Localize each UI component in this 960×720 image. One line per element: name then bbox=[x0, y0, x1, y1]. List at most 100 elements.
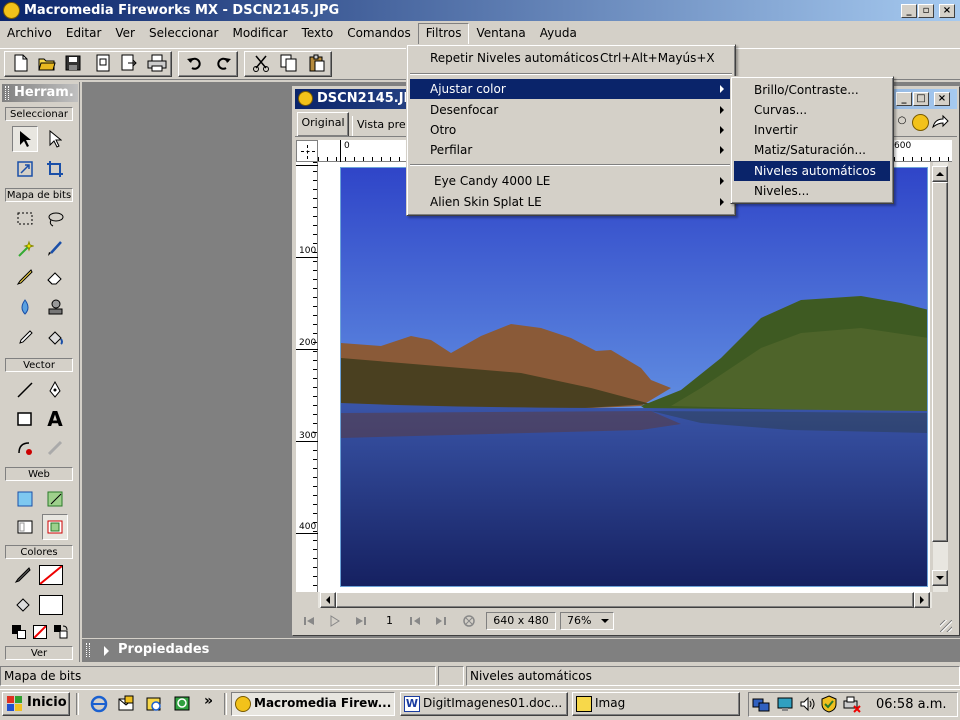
jump-to-icon[interactable] bbox=[930, 112, 950, 132]
menu-item-otro[interactable]: Otro bbox=[410, 120, 732, 140]
submenu-invertir[interactable]: Invertir bbox=[734, 120, 890, 140]
menu-item-alien-skin[interactable]: Alien Skin Splat LE bbox=[410, 192, 732, 212]
undo-icon[interactable] bbox=[184, 52, 206, 74]
pencil-tool-icon[interactable] bbox=[12, 264, 38, 290]
export-icon[interactable] bbox=[118, 52, 140, 74]
task-word-doc[interactable]: W DigitImagenes01.doc... bbox=[400, 692, 568, 716]
scroll-right-button[interactable] bbox=[914, 592, 930, 608]
scale-tool-icon[interactable] bbox=[12, 156, 38, 182]
magic-wand-icon[interactable] bbox=[12, 236, 38, 262]
lasso-tool-icon[interactable] bbox=[42, 206, 68, 232]
prev-frame-icon[interactable] bbox=[408, 614, 422, 628]
network-icon[interactable] bbox=[752, 695, 770, 713]
printer-error-icon[interactable] bbox=[842, 695, 862, 713]
zoom-dropdown-icon[interactable] bbox=[601, 619, 609, 623]
submenu-brillo-contraste[interactable]: Brillo/Contraste... bbox=[734, 80, 890, 100]
menu-item-perfilar[interactable]: Perfilar bbox=[410, 140, 732, 160]
menu-filtros[interactable]: Filtros bbox=[417, 23, 470, 45]
shield-icon[interactable] bbox=[820, 695, 838, 713]
fireworks-logo-small-icon[interactable] bbox=[912, 114, 929, 131]
properties-panel[interactable]: Propiedades bbox=[82, 638, 960, 662]
tab-vista-previa[interactable]: Vista previ bbox=[352, 116, 410, 136]
menu-item-desenfocar[interactable]: Desenfocar bbox=[410, 100, 732, 120]
import-icon[interactable] bbox=[92, 52, 114, 74]
volume-icon[interactable] bbox=[798, 695, 816, 713]
open-folder-icon[interactable] bbox=[36, 52, 58, 74]
marquee-tool-icon[interactable] bbox=[12, 206, 38, 232]
outlook-icon[interactable] bbox=[117, 695, 135, 713]
print-icon[interactable] bbox=[146, 52, 168, 74]
menu-item-eye-candy[interactable]: Eye Candy 4000 LE bbox=[410, 171, 732, 191]
scroll-down-button[interactable] bbox=[932, 570, 948, 586]
menu-ayuda[interactable]: Ayuda bbox=[533, 23, 584, 45]
desktop-icon[interactable] bbox=[173, 695, 191, 713]
redo-icon[interactable] bbox=[212, 52, 234, 74]
save-icon[interactable] bbox=[62, 52, 84, 74]
play-icon[interactable] bbox=[328, 614, 342, 628]
canvas-image[interactable] bbox=[340, 167, 928, 587]
stroke-color-swatch[interactable] bbox=[39, 565, 63, 585]
text-tool-icon[interactable]: A bbox=[42, 406, 68, 432]
pen-tool-icon[interactable] bbox=[42, 377, 68, 403]
quicklaunch-chevron[interactable]: » bbox=[204, 693, 213, 709]
tab-overflow-icon[interactable]: ○ bbox=[895, 114, 909, 128]
scroll-left-button[interactable] bbox=[320, 592, 336, 608]
swap-colors-icon[interactable] bbox=[54, 625, 68, 639]
menu-seleccionar[interactable]: Seleccionar bbox=[142, 23, 225, 45]
fill-color-icon[interactable] bbox=[10, 592, 36, 618]
brush-tool-icon[interactable] bbox=[42, 236, 68, 262]
close-button[interactable]: × bbox=[939, 4, 955, 18]
doc-maximize-button[interactable]: □ bbox=[913, 92, 929, 106]
menu-editar[interactable]: Editar bbox=[59, 23, 109, 45]
tab-original[interactable]: Original bbox=[297, 112, 349, 136]
crop-tool-icon[interactable] bbox=[42, 156, 68, 182]
menu-item-ajustar-color[interactable]: Ajustar color bbox=[410, 79, 732, 99]
new-file-icon[interactable] bbox=[10, 52, 32, 74]
subselect-tool-icon[interactable] bbox=[42, 126, 68, 152]
menu-item-repeat-filter[interactable]: Repetir Niveles automáticos Ctrl+Alt+May… bbox=[410, 48, 732, 68]
resize-grip-icon[interactable] bbox=[940, 620, 952, 632]
menu-archivo[interactable]: Archivo bbox=[0, 23, 59, 45]
hotspot-tool-icon[interactable] bbox=[12, 486, 38, 512]
ie-icon[interactable] bbox=[90, 695, 108, 713]
task-imag[interactable]: Imag bbox=[572, 692, 740, 716]
paste-icon[interactable] bbox=[306, 52, 328, 74]
line-tool-icon[interactable] bbox=[12, 377, 38, 403]
next-frame-icon[interactable] bbox=[434, 614, 448, 628]
rectangle-tool-icon[interactable] bbox=[12, 406, 38, 432]
menu-ventana[interactable]: Ventana bbox=[469, 23, 532, 45]
eyedropper-tool-icon[interactable] bbox=[12, 325, 38, 351]
menu-texto[interactable]: Texto bbox=[295, 23, 341, 45]
last-frame-icon[interactable] bbox=[354, 614, 368, 628]
blur-tool-icon[interactable] bbox=[12, 294, 38, 320]
fill-color-swatch[interactable] bbox=[39, 595, 63, 615]
zoom-field[interactable]: 76% bbox=[560, 612, 614, 630]
copy-icon[interactable] bbox=[278, 52, 300, 74]
rubber-stamp-icon[interactable] bbox=[42, 294, 68, 320]
submenu-niveles[interactable]: Niveles... bbox=[734, 181, 890, 201]
h-scroll-thumb[interactable] bbox=[336, 592, 914, 608]
stroke-color-icon[interactable] bbox=[10, 562, 36, 588]
hide-slices-icon[interactable] bbox=[12, 514, 38, 540]
minimize-button[interactable]: _ bbox=[901, 4, 917, 18]
freeform-tool-icon[interactable] bbox=[12, 435, 38, 461]
task-fireworks[interactable]: Macromedia Firew... bbox=[231, 692, 395, 716]
monitor-icon[interactable] bbox=[776, 695, 794, 713]
v-scroll-thumb[interactable] bbox=[932, 182, 948, 542]
default-colors-icon[interactable] bbox=[12, 625, 26, 639]
menu-modificar[interactable]: Modificar bbox=[225, 23, 294, 45]
knife-tool-icon[interactable] bbox=[42, 435, 68, 461]
no-color-icon[interactable] bbox=[33, 625, 47, 639]
paint-bucket-icon[interactable] bbox=[42, 325, 68, 351]
cut-icon[interactable] bbox=[250, 52, 272, 74]
tools-panel-header[interactable]: Herram. bbox=[2, 84, 78, 102]
explorer-icon[interactable] bbox=[145, 695, 163, 713]
app-title-bar[interactable]: Macromedia Fireworks MX - DSCN2145.JPG _… bbox=[0, 0, 960, 21]
doc-close-button[interactable]: × bbox=[934, 92, 950, 106]
start-button[interactable]: Inicio bbox=[2, 692, 70, 716]
scroll-up-button[interactable] bbox=[932, 166, 948, 182]
submenu-curvas[interactable]: Curvas... bbox=[734, 100, 890, 120]
eraser-tool-icon[interactable] bbox=[42, 264, 68, 290]
clock[interactable]: 06:58 a.m. bbox=[876, 697, 947, 712]
menu-ver[interactable]: Ver bbox=[108, 23, 142, 45]
